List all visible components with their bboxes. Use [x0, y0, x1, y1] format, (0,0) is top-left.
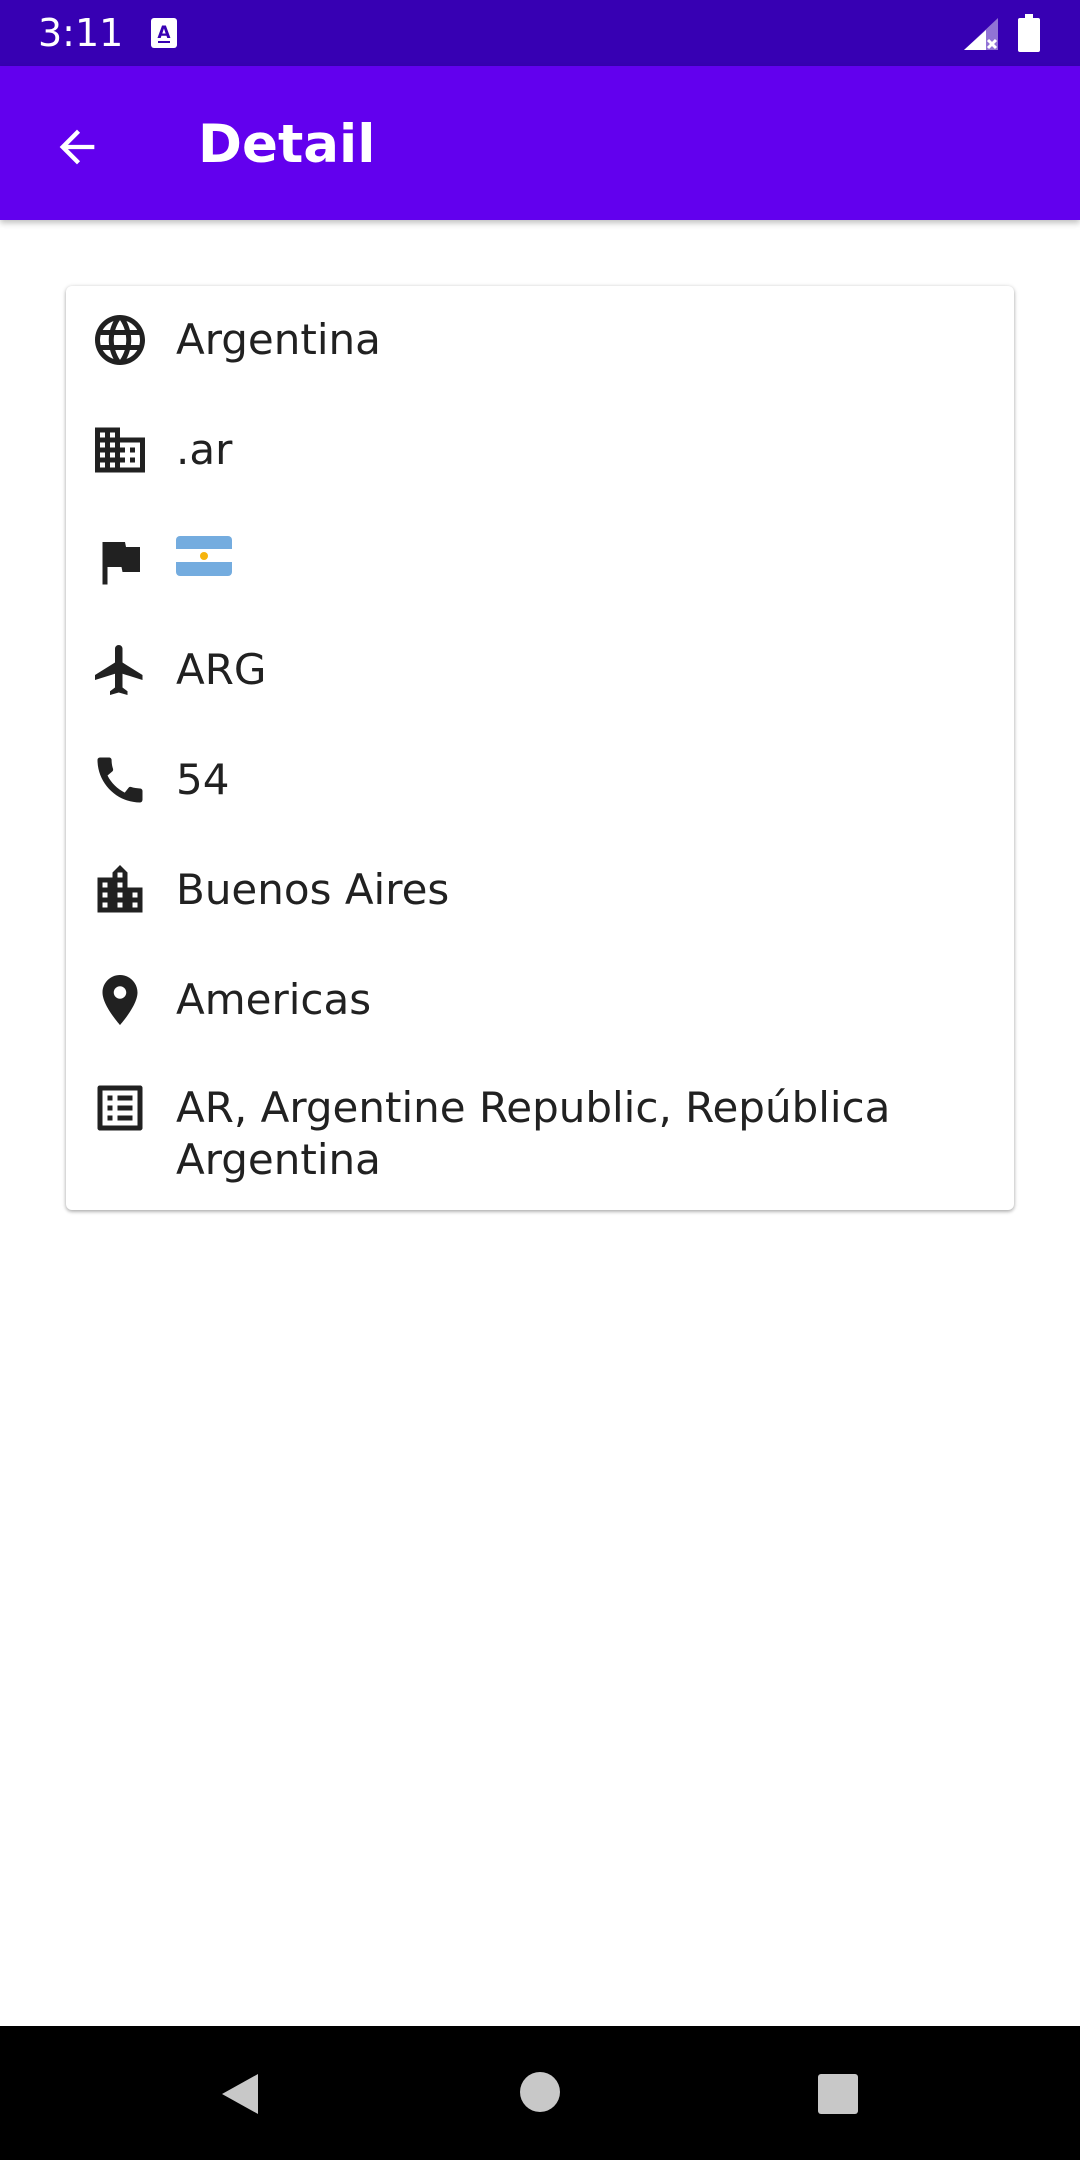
detail-row-flag	[66, 506, 1014, 616]
detail-row-calling-code: 54	[66, 726, 1014, 836]
list-icon	[97, 1085, 143, 1131]
city-icon	[97, 865, 143, 913]
arrow-left-icon	[59, 129, 95, 165]
globe-icon	[95, 315, 145, 365]
app-bar: Detail	[0, 66, 1080, 220]
back-button[interactable]	[42, 112, 112, 182]
building-icon	[95, 427, 145, 473]
country-alpha3: ARG	[176, 645, 267, 694]
country-alt-spellings: AR, Argentine Republic, República Argent…	[176, 1083, 891, 1184]
detail-row-alpha3: ARG	[66, 616, 1014, 726]
battery-icon	[1018, 14, 1040, 52]
detail-row-region: Americas	[66, 946, 1014, 1056]
location-pin-icon	[102, 975, 138, 1025]
detail-row-tld: .ar	[66, 396, 1014, 506]
nav-back-icon[interactable]	[216, 2070, 264, 2118]
flag-stripe-top	[176, 536, 232, 550]
country-capital: Buenos Aires	[176, 865, 450, 914]
svg-text:A: A	[157, 23, 171, 43]
status-time: 3:11	[38, 11, 124, 55]
country-region: Americas	[176, 975, 372, 1024]
nav-recents-icon[interactable]	[816, 2072, 860, 2116]
country-name: Argentina	[176, 315, 381, 364]
system-navigation-bar	[0, 2026, 1080, 2160]
detail-row-name: Argentina	[66, 286, 1014, 396]
flag-icon	[102, 542, 140, 585]
country-flag	[176, 536, 232, 576]
signal-icon	[964, 18, 998, 50]
nav-home-icon[interactable]	[518, 2070, 562, 2114]
detail-row-alt-spellings: AR, Argentine Republic, República Argent…	[66, 1056, 1014, 1210]
phone-icon	[97, 757, 143, 803]
country-calling-code: 54	[176, 755, 230, 804]
status-bar: 3:11 A	[0, 0, 1080, 66]
app-notification-icon: A	[151, 18, 177, 48]
detail-row-capital: Buenos Aires	[66, 836, 1014, 946]
country-detail-card: Argentina .ar ARG 54 Buenos Aires Americ…	[66, 286, 1014, 1210]
flag-stripe-bottom	[176, 562, 232, 576]
page-title: Detail	[198, 114, 376, 175]
country-tld: .ar	[176, 425, 233, 474]
detail-screen: 3:11 A Detail Argentina .ar ARG 54 Bueno…	[0, 0, 1080, 2160]
airplane-icon	[95, 645, 143, 695]
sun-of-may-icon	[200, 552, 208, 560]
